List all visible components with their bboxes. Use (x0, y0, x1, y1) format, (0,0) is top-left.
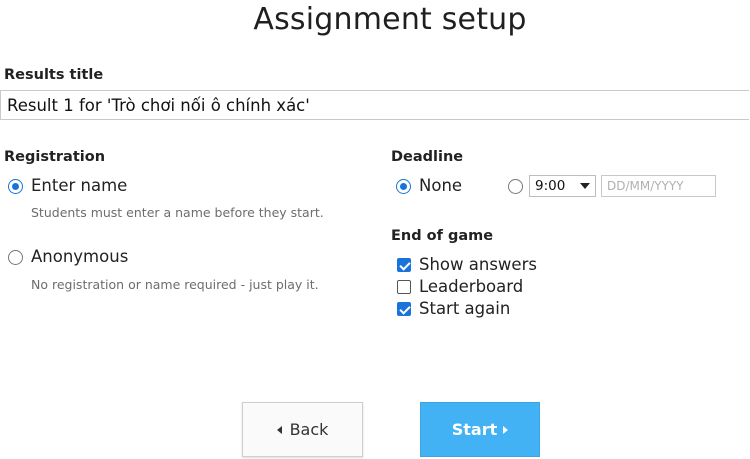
registration-label: Registration (4, 149, 106, 165)
deadline-date-radio[interactable] (508, 179, 523, 194)
deadline-label: Deadline (391, 149, 464, 165)
deadline-time-select[interactable]: 9:00 (529, 175, 596, 197)
results-title-label: Results title (4, 67, 104, 83)
start-button[interactable]: Start (420, 402, 540, 457)
chevron-right-icon (503, 425, 509, 434)
enter-name-radio[interactable] (8, 179, 23, 194)
deadline-date-input[interactable] (601, 175, 716, 197)
leaderboard-label[interactable]: Leaderboard (419, 277, 523, 296)
show-answers-checkbox[interactable] (397, 258, 411, 272)
start-again-label[interactable]: Start again (419, 299, 510, 318)
start-button-label: Start (451, 420, 498, 439)
back-button[interactable]: Back (242, 402, 363, 457)
anonymous-hint: No registration or name required - just … (31, 277, 319, 292)
deadline-none-label[interactable]: None (419, 176, 462, 195)
anonymous-radio[interactable] (8, 250, 23, 265)
page-title: Assignment setup (253, 2, 527, 37)
enter-name-hint: Students must enter a name before they s… (31, 205, 324, 220)
leaderboard-checkbox[interactable] (397, 280, 411, 294)
chevron-left-icon (276, 425, 282, 434)
start-again-checkbox[interactable] (397, 302, 411, 316)
back-button-label: Back (289, 420, 329, 439)
deadline-time-value: 9:00 (535, 178, 566, 194)
enter-name-label[interactable]: Enter name (31, 176, 127, 195)
anonymous-label[interactable]: Anonymous (31, 247, 128, 266)
end-of-game-label: End of game (391, 228, 494, 244)
show-answers-label[interactable]: Show answers (419, 255, 537, 274)
chevron-down-icon (580, 183, 590, 189)
deadline-none-radio[interactable] (396, 179, 411, 194)
results-title-input[interactable] (0, 90, 749, 120)
